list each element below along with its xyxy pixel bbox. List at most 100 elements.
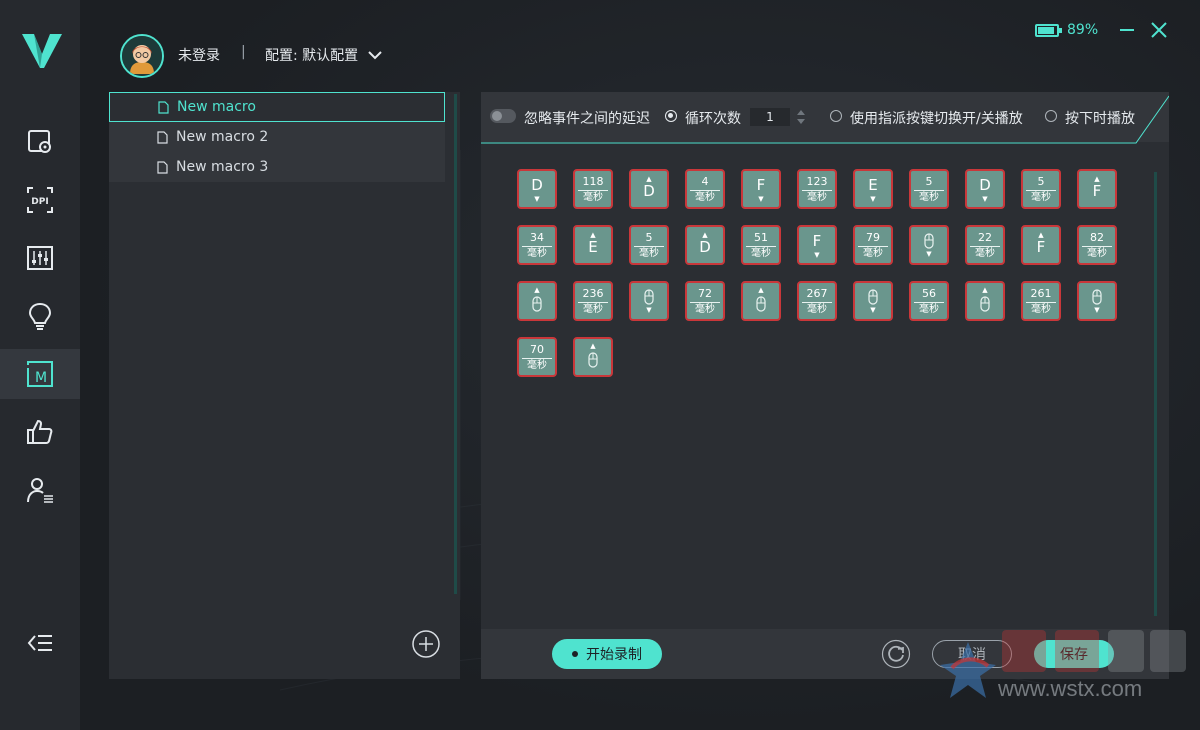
mouse-down-arrow-icon: ▼ [1094,306,1100,314]
key-label: E [588,238,598,256]
hold-play-radio[interactable] [1045,110,1057,122]
minimize-button[interactable] [1115,18,1139,42]
delay-divider [578,302,608,303]
delay-event[interactable]: 56 毫秒 [909,281,949,321]
mouse-event[interactable]: ▼ [1077,281,1117,321]
event-grid-scrollbar[interactable] [1154,172,1157,616]
key-label: F [756,176,766,194]
mouse-event[interactable]: ▼ [629,281,669,321]
ignore-delay-label: 忽略事件之间的延迟 [524,111,650,127]
stepper-down-icon [797,119,805,124]
key-event[interactable]: D ▼ [517,169,557,209]
mouse-icon [1092,289,1102,305]
avatar[interactable] [120,34,164,78]
key-event[interactable]: ▲ D [629,169,669,209]
delay-value: 82 [1090,231,1104,244]
key-event[interactable]: E ▼ [853,169,893,209]
delay-unit: 毫秒 [1031,192,1051,203]
delay-event[interactable]: 82 毫秒 [1077,225,1117,265]
delay-event[interactable]: 5 毫秒 [1021,169,1061,209]
mouse-event[interactable]: ▲ [741,281,781,321]
delay-divider [1082,246,1112,247]
delay-value: 267 [806,287,828,300]
sidebar-item-performance[interactable] [0,233,80,283]
mouse-icon-wrap [631,289,667,305]
macro-list-item[interactable]: New macro 3 [109,152,445,182]
delay-divider [802,302,832,303]
key-label: E [868,176,878,194]
delay-value: 70 [530,343,544,356]
key-event[interactable]: F ▼ [797,225,837,265]
delay-event[interactable]: 72 毫秒 [685,281,725,321]
delay-event[interactable]: 118 毫秒 [573,169,613,209]
document-icon [157,160,168,174]
sidebar-item-macro[interactable]: M [0,349,80,399]
sidebar-item-device-settings[interactable] [0,117,80,167]
delay-event[interactable]: 22 毫秒 [965,225,1005,265]
key-label: D [979,176,991,194]
loop-count-stepper[interactable] [795,107,807,127]
delay-event[interactable]: 261 毫秒 [1021,281,1061,321]
delay-event[interactable]: 70 毫秒 [517,337,557,377]
add-macro-button[interactable] [411,629,441,659]
key-event[interactable]: ▲ D [685,225,725,265]
delay-unit: 毫秒 [639,248,659,259]
ignore-delay-toggle[interactable] [490,109,516,123]
delay-unit: 毫秒 [695,304,715,315]
profile-label: 配置: 默认配置 [265,48,359,64]
macro-list-panel: New macro New macro 2 New macro 3 [109,92,460,679]
key-event[interactable]: ▲ F [1077,169,1117,209]
mouse-icon-wrap [911,233,947,249]
mouse-event[interactable]: ▼ [909,225,949,265]
delay-event[interactable]: 34 毫秒 [517,225,557,265]
key-down-arrow-icon: ▼ [814,251,820,259]
loop-count-input[interactable]: 1 [750,108,790,126]
mouse-down-arrow-icon: ▼ [926,250,932,258]
header-separator: | [241,44,246,60]
macro-list-item[interactable]: New macro [109,92,445,122]
delay-event[interactable]: 236 毫秒 [573,281,613,321]
key-event[interactable]: F ▼ [741,169,781,209]
macro-list-scrollbar[interactable] [454,94,457,594]
cancel-label: 取消 [958,647,986,663]
profile-dropdown[interactable]: 配置: 默认配置 [265,45,382,65]
key-down-arrow-icon: ▼ [534,195,540,203]
delay-unit: 毫秒 [919,304,939,315]
mouse-event[interactable]: ▲ [573,337,613,377]
start-recording-button[interactable]: 开始录制 [552,639,662,669]
sidebar-item-lighting[interactable] [0,291,80,341]
close-icon [1151,22,1167,38]
toggle-key-label: 使用指派按键切换开/关播放 [850,111,1023,127]
delay-event[interactable]: 267 毫秒 [797,281,837,321]
delay-unit: 毫秒 [527,248,547,259]
delay-divider [522,358,552,359]
sidebar-item-account[interactable] [0,465,80,515]
key-event[interactable]: ▲ E [573,225,613,265]
sidebar-item-dpi[interactable]: DPI [0,175,80,225]
login-status[interactable]: 未登录 [178,45,220,65]
sidebar-item-feedback[interactable] [0,407,80,457]
chevron-down-icon [368,51,382,60]
delay-event[interactable]: 4 毫秒 [685,169,725,209]
mouse-event[interactable]: ▲ [965,281,1005,321]
mouse-event[interactable]: ▲ [517,281,557,321]
reset-button[interactable] [881,639,911,669]
save-button[interactable]: 保存 [1034,640,1114,668]
toggle-key-radio[interactable] [830,110,842,122]
delay-event[interactable]: 123 毫秒 [797,169,837,209]
delay-event[interactable]: 51 毫秒 [741,225,781,265]
cancel-button[interactable]: 取消 [932,640,1012,668]
macro-icon: M [27,361,53,387]
delay-event[interactable]: 5 毫秒 [629,225,669,265]
brand-logo-icon [22,34,62,68]
delay-event[interactable]: 79 毫秒 [853,225,893,265]
loop-count-radio[interactable] [665,110,677,122]
macro-name: New macro [177,99,256,115]
close-button[interactable] [1147,18,1171,42]
mouse-event[interactable]: ▼ [853,281,893,321]
delay-event[interactable]: 5 毫秒 [909,169,949,209]
macro-list-item[interactable]: New macro 2 [109,122,445,152]
key-event[interactable]: ▲ F [1021,225,1061,265]
key-event[interactable]: D ▼ [965,169,1005,209]
sidebar-collapse-button[interactable] [0,618,80,668]
